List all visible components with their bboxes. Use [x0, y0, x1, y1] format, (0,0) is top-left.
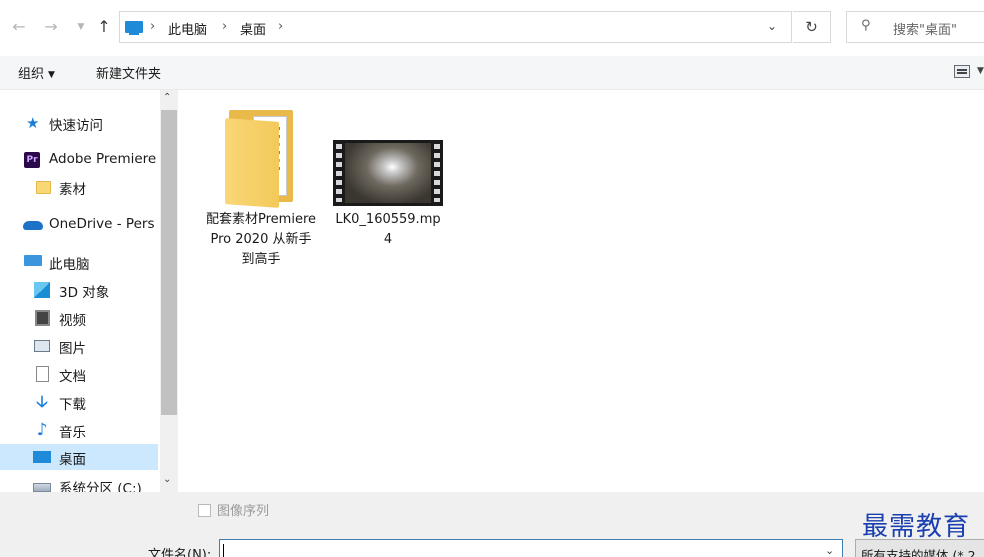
music-icon: ♪	[36, 420, 48, 440]
filename-input[interactable]	[219, 539, 843, 557]
desktop-icon	[33, 451, 51, 463]
video-icon	[35, 310, 50, 326]
document-icon	[36, 366, 49, 382]
video-thumbnail-icon	[333, 140, 443, 206]
sidebar-item-label: 此电脑	[49, 257, 90, 273]
sidebar-item-material[interactable]: 素材	[0, 174, 158, 200]
navigation-bar: ← → ▼ ↑ › 此电脑 › 桌面 › ⌄ ↻ ⚲ 搜索"桌面"	[0, 0, 984, 56]
organize-button[interactable]: 组织 ▼	[18, 63, 55, 82]
sidebar-item-adobe-premiere[interactable]: Pr Adobe Premiere	[0, 147, 158, 173]
sidebar-item-label: 文档	[59, 369, 86, 385]
watermark: 最需教育	[862, 512, 971, 542]
drive-icon	[33, 483, 51, 492]
file-list: 配套素材Premiere Pro 2020 从新手到高手 LK0_160559.…	[178, 90, 984, 492]
sidebar-scrollbar[interactable]: ⌃ ⌄	[160, 90, 178, 492]
file-name: LK0_160559.mp4	[335, 212, 441, 247]
sidebar-item-this-pc[interactable]: 此电脑	[0, 249, 158, 275]
breadcrumb-separator-icon[interactable]: ›	[150, 19, 155, 34]
scroll-down-icon[interactable]: ⌄	[163, 474, 171, 485]
sidebar-item-label: 图片	[59, 341, 86, 357]
sidebar-item-3d-objects[interactable]: 3D 对象	[0, 277, 158, 303]
cube-icon	[34, 282, 50, 298]
sidebar-item-label: Adobe Premiere	[49, 151, 157, 167]
view-options-caret-icon[interactable]: ▼	[977, 66, 984, 76]
sidebar-item-desktop[interactable]: 桌面	[0, 444, 158, 470]
chevron-down-icon[interactable]: ⌄	[825, 544, 834, 557]
sidebar-item-label: 3D 对象	[59, 285, 110, 301]
address-bar[interactable]: › 此电脑 › 桌面 › ⌄	[119, 11, 792, 43]
file-name-panel: 图像序列 文件名(N): ⌄ 所有支持的媒体 (*.2	[0, 492, 984, 557]
search-box[interactable]: ⚲ 搜索"桌面"	[846, 11, 984, 43]
sidebar-item-quick-access[interactable]: ★ 快速访问	[0, 110, 158, 136]
view-options-icon[interactable]	[954, 65, 970, 78]
refresh-button[interactable]: ↻	[793, 11, 831, 43]
sidebar-item-documents[interactable]: 文档	[0, 361, 158, 387]
computer-icon	[125, 21, 143, 35]
breadcrumb-separator-icon[interactable]: ›	[222, 19, 227, 34]
sidebar-item-label: 视频	[59, 313, 86, 329]
scroll-up-icon[interactable]: ⌃	[163, 92, 171, 103]
picture-icon	[34, 340, 50, 352]
sidebar-item-label: 下载	[59, 397, 86, 413]
command-toolbar: 组织 ▼ 新建文件夹 ▼	[0, 56, 984, 90]
premiere-icon: Pr	[24, 152, 40, 168]
computer-icon	[24, 255, 42, 266]
sidebar-item-pictures[interactable]: 图片	[0, 333, 158, 359]
breadcrumb-separator-icon[interactable]: ›	[278, 19, 283, 34]
file-item-video[interactable]: LK0_160559.mp4	[333, 140, 443, 250]
sidebar-item-label: 桌面	[59, 452, 86, 468]
back-arrow-icon[interactable]: ←	[10, 17, 28, 37]
star-icon: ★	[26, 114, 40, 132]
caret-down-icon: ▼	[48, 70, 55, 80]
file-type-value: 所有支持的媒体 (*.2	[861, 548, 976, 557]
sidebar-item-label: 音乐	[59, 425, 86, 441]
image-sequence-checkbox[interactable]	[198, 504, 211, 517]
organize-label: 组织	[18, 67, 45, 82]
recent-locations-chevron-icon[interactable]: ▼	[72, 17, 90, 37]
forward-arrow-icon[interactable]: →	[42, 17, 60, 37]
sidebar-item-music[interactable]: ♪ 音乐	[0, 417, 158, 443]
new-folder-button[interactable]: 新建文件夹	[96, 63, 161, 82]
sidebar-item-onedrive[interactable]: OneDrive - Pers	[0, 212, 158, 238]
chevron-down-icon[interactable]: ⌄	[767, 19, 777, 33]
sidebar-item-label: 素材	[59, 182, 86, 198]
up-arrow-icon[interactable]: ↑	[95, 17, 113, 37]
folder-icon	[36, 181, 51, 194]
sidebar-item-label: OneDrive - Pers	[49, 216, 155, 232]
filename-label: 文件名(N):	[148, 548, 212, 557]
folder-icon	[225, 110, 297, 208]
file-name: 配套素材Premiere Pro 2020 从新手到高手	[206, 212, 316, 267]
scrollbar-thumb[interactable]	[161, 110, 177, 415]
cloud-icon	[23, 221, 43, 230]
download-icon: 🡣	[36, 392, 48, 411]
refresh-icon: ↻	[805, 18, 818, 36]
image-sequence-label: 图像序列	[217, 504, 270, 519]
search-placeholder: 搜索"桌面"	[893, 23, 957, 38]
search-icon: ⚲	[861, 18, 871, 33]
sidebar-item-videos[interactable]: 视频	[0, 305, 158, 331]
sidebar-item-label: 快速访问	[49, 118, 103, 134]
sidebar-item-downloads[interactable]: 🡣 下载	[0, 389, 158, 415]
file-item-folder[interactable]: 配套素材Premiere Pro 2020 从新手到高手	[206, 110, 316, 270]
breadcrumb-this-pc[interactable]: 此电脑	[168, 19, 207, 38]
navigation-pane: ★ 快速访问 Pr Adobe Premiere 素材 OneDrive - P…	[0, 90, 178, 497]
breadcrumb-desktop[interactable]: 桌面	[240, 19, 266, 38]
